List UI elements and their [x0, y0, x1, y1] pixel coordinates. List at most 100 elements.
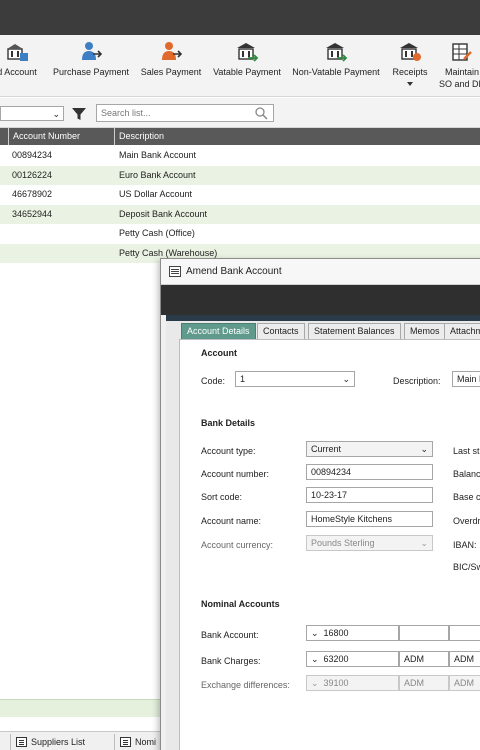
- toolbar-label-line2: SO and DD: [438, 79, 480, 89]
- amend-bank-account-dialog: Amend Bank Account Account Details Conta…: [160, 258, 480, 750]
- account-type-dropdown[interactable]: Current ⌄: [306, 441, 433, 457]
- account-number-cell: 00126224: [12, 169, 53, 180]
- bank-charges-label: Bank Charges:: [201, 656, 261, 666]
- search-icon[interactable]: [254, 106, 268, 120]
- description-label: Description:: [393, 376, 441, 386]
- bank-account-cost-centre-field[interactable]: [399, 625, 449, 641]
- table-row[interactable]: 00894234 Main Bank Account: [0, 146, 480, 166]
- account-currency-dropdown: Pounds Sterling ⌄: [306, 535, 433, 551]
- code-dropdown[interactable]: 1 ⌄: [235, 371, 355, 387]
- dialog-title-bar[interactable]: Amend Bank Account: [161, 259, 480, 285]
- description-value: Main Ba: [457, 374, 480, 384]
- code-label: Code:: [201, 376, 226, 386]
- description-cell: Main Bank Account: [119, 150, 197, 160]
- filter-icon[interactable]: [71, 106, 87, 122]
- bank-charges-department-field[interactable]: ADM: [449, 651, 480, 667]
- description-cell: Euro Bank Account: [119, 169, 196, 180]
- grid-header: Account Number Description: [0, 128, 480, 145]
- chevron-down-icon: ⌄: [420, 444, 428, 454]
- column-header-description[interactable]: Description: [114, 128, 164, 145]
- bank-account-nominal-value: 16800: [323, 628, 349, 638]
- exchange-differences-department-field: ADM: [449, 675, 480, 691]
- purchase-payment-button[interactable]: Purchase Payment: [47, 35, 135, 97]
- sort-code-label: Sort code:: [201, 492, 243, 502]
- list-filter-dropdown[interactable]: ⌄: [0, 106, 64, 121]
- account-number-field[interactable]: 00894234: [306, 464, 433, 480]
- chevron-down-icon: ⌄: [420, 538, 428, 548]
- bank-charges-cost-centre-field[interactable]: ADM: [399, 651, 449, 667]
- dialog-header-band: [161, 285, 480, 315]
- account-type-label: Account type:: [201, 446, 256, 456]
- table-row[interactable]: 00126224 Euro Bank Account: [0, 165, 480, 185]
- tab-account-details[interactable]: Account Details: [181, 323, 256, 339]
- table-row[interactable]: Petty Cash (Office): [0, 224, 480, 244]
- new-bank-account-button[interactable]: d Account: [0, 35, 46, 97]
- tab-statement-balances[interactable]: Statement Balances: [308, 323, 401, 339]
- account-number-cell: 34652944: [12, 208, 53, 219]
- search-input[interactable]: [96, 104, 274, 122]
- exchange-differences-department-value: ADM: [454, 678, 474, 688]
- toolbar-label: Purchase Payment: [52, 67, 130, 77]
- code-value: 1: [240, 374, 246, 384]
- maintain-so-dd-button[interactable]: Maintain SO and DD: [436, 35, 480, 97]
- account-number-label: Account number:: [201, 469, 270, 479]
- base-currency-label: Base c: [453, 492, 480, 502]
- account-name-label: Account name:: [201, 516, 262, 526]
- sales-payment-icon: [162, 42, 183, 60]
- toolbar-label: d Account: [0, 67, 37, 77]
- chevron-down-icon[interactable]: ⌄: [311, 652, 321, 666]
- section-heading-account: Account: [201, 348, 237, 358]
- non-vatable-payment-button[interactable]: Non-Vatable Payment: [288, 35, 384, 97]
- bank-account-department-field[interactable]: [449, 625, 480, 641]
- account-name-field[interactable]: HomeStyle Kitchens: [306, 511, 433, 527]
- exchange-differences-nominal-field: ⌄ 39100: [306, 675, 399, 691]
- column-header-account-number[interactable]: Account Number: [8, 128, 80, 145]
- toolbar-label: Maintain: [444, 67, 480, 77]
- receipts-icon: [400, 43, 421, 61]
- tab-memos[interactable]: Memos: [404, 323, 446, 339]
- description-cell: Deposit Bank Account: [119, 208, 208, 219]
- account-currency-label: Account currency:: [201, 540, 274, 550]
- bank-charges-nominal-field[interactable]: ⌄ 63200: [306, 651, 399, 667]
- sales-payment-button[interactable]: Sales Payment: [136, 35, 206, 97]
- list-icon: [16, 737, 27, 747]
- account-number-value: 00894234: [311, 467, 352, 477]
- iban-label: IBAN:: [453, 540, 477, 550]
- filter-bar: ⌄: [0, 98, 480, 128]
- toolbar-label: Receipts: [392, 67, 428, 77]
- toolbar-label: Sales Payment: [140, 67, 202, 77]
- app-title-bar: [0, 0, 480, 35]
- sort-code-value: 10-23-17: [311, 490, 348, 500]
- exchange-differences-nominal-value: 39100: [323, 678, 349, 688]
- description-cell: Petty Cash (Office): [119, 228, 195, 238]
- exchange-differences-cost-centre-value: ADM: [404, 678, 424, 688]
- tab-contacts[interactable]: Contacts: [257, 323, 305, 339]
- bic-swift-label: BIC/Sw: [453, 562, 480, 572]
- chevron-down-icon: ⌄: [342, 374, 350, 384]
- account-name-value: HomeStyle Kitchens: [311, 514, 393, 524]
- table-row[interactable]: 34652944 Deposit Bank Account: [0, 204, 480, 224]
- chevron-down-icon[interactable]: [407, 82, 413, 86]
- purchase-payment-icon: [82, 42, 103, 60]
- vatable-payment-icon: [237, 43, 259, 62]
- vatable-payment-button[interactable]: Vatable Payment: [209, 35, 285, 97]
- tab-attachments[interactable]: Attachm: [444, 323, 480, 339]
- bank-account-icon: [7, 44, 28, 61]
- dialog-title: Amend Bank Account: [186, 266, 282, 277]
- list-footer: [0, 699, 162, 717]
- chevron-down-icon[interactable]: ⌄: [311, 626, 321, 640]
- overdraft-label: Overdr: [453, 516, 480, 526]
- sort-code-field[interactable]: 10-23-17: [306, 487, 433, 503]
- last-statement-label: Last st: [453, 446, 480, 456]
- maintain-icon: [452, 43, 472, 61]
- bank-charges-department-value: ADM: [454, 654, 474, 664]
- table-row[interactable]: 46678902 US Dollar Account: [0, 185, 480, 205]
- receipts-button[interactable]: Receipts: [387, 35, 433, 97]
- description-field[interactable]: Main Ba: [452, 371, 480, 387]
- bank-account-nominal-label: Bank Account:: [201, 630, 259, 640]
- section-heading-bank-details: Bank Details: [201, 418, 256, 428]
- bank-account-nominal-field[interactable]: ⌄ 16800: [306, 625, 399, 641]
- exchange-differences-label: Exchange differences:: [201, 680, 290, 690]
- toolbar: d Account Purchase Payment Sales Payment…: [0, 35, 480, 97]
- tab-suppliers-list[interactable]: Suppliers List: [10, 734, 110, 750]
